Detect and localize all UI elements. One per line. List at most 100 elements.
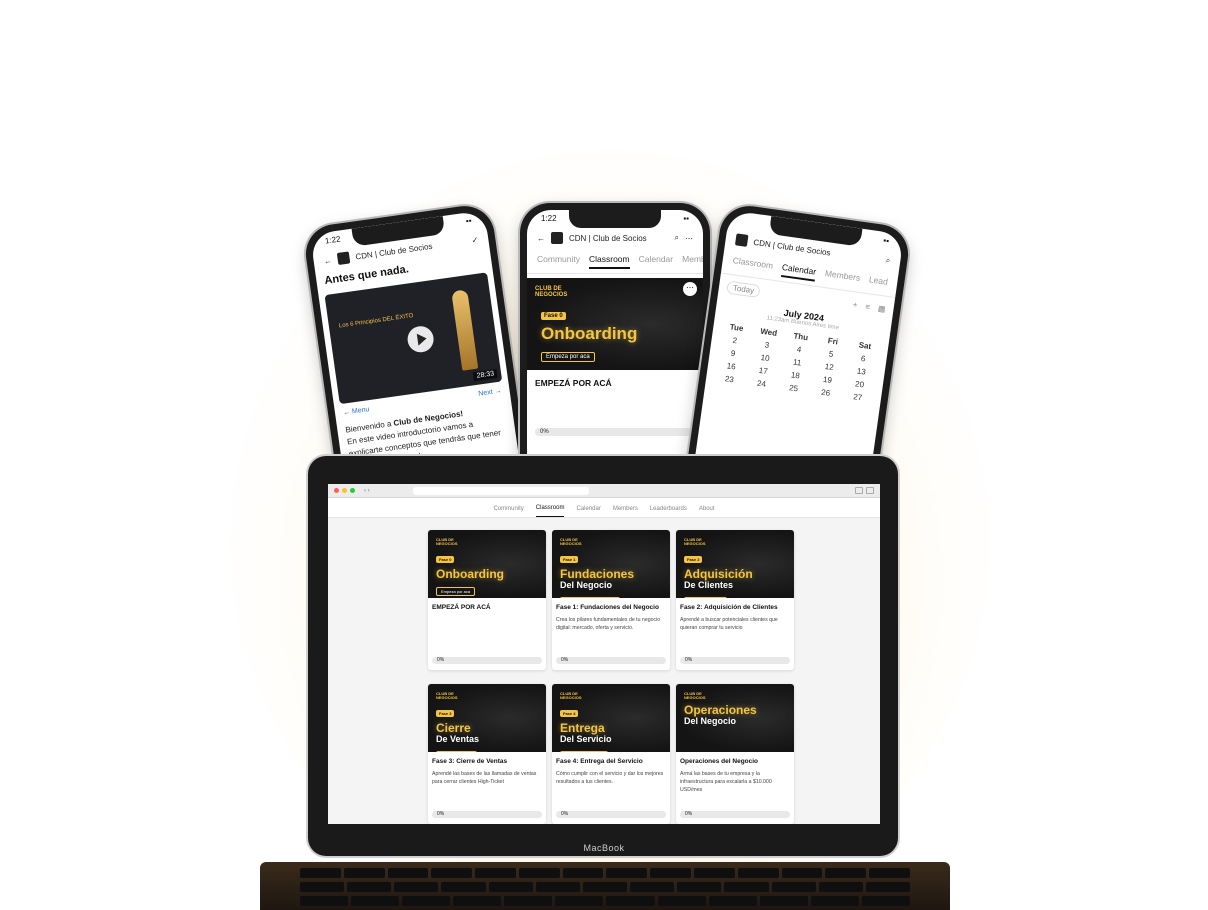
calendar-day[interactable]: 26 (810, 386, 841, 399)
close-window-icon[interactable] (334, 488, 339, 493)
group-logo-icon (336, 251, 351, 265)
tab-community[interactable]: Community (537, 254, 580, 269)
add-event-icon[interactable]: + (852, 300, 858, 310)
calendar-day[interactable]: 20 (844, 378, 875, 391)
tab-classroom[interactable]: Classroom (588, 254, 630, 269)
maximize-window-icon[interactable] (350, 488, 355, 493)
calendar-day[interactable]: 6 (848, 352, 879, 365)
course-card[interactable]: CLUB DE NEGOCIOS Operaciones Del Negocio Op… (676, 684, 794, 824)
group-logo-icon (551, 232, 563, 244)
calendar-day[interactable]: 19 (812, 373, 843, 386)
calendar-day[interactable]: 17 (748, 364, 779, 377)
calendar-day[interactable]: 5 (815, 348, 846, 361)
grid-view-icon[interactable]: ▦ (877, 304, 886, 314)
calendar-day[interactable]: 4 (783, 343, 814, 356)
back-arrow-icon[interactable]: ← (323, 255, 332, 265)
video-title: Los 6 Principios DEL ÉXITO (338, 313, 414, 330)
nav-calendar[interactable]: Calendar (576, 506, 600, 517)
course-title[interactable]: Operaciones del Negocio (680, 758, 790, 765)
course-description: Armá las bases de tu empresa y la infrae… (680, 771, 772, 793)
course-card-body: Fase 2: Adquisición de Clientes Aprendé a… (676, 598, 794, 639)
today-button[interactable]: Today (726, 280, 761, 299)
brand-logo: CLUB DE NEGOCIOS (535, 286, 568, 298)
calendar-day[interactable]: 16 (716, 360, 747, 373)
nav-leaderboards[interactable]: Leaderboards (650, 506, 687, 517)
course-fase-badge: Fase 4 (560, 710, 579, 717)
calendar-day[interactable]: 18 (780, 369, 811, 382)
calendar-day[interactable]: 27 (842, 391, 873, 404)
course-title[interactable]: Fase 3: Cierre de Ventas (432, 758, 542, 765)
tabs-icon[interactable] (866, 487, 874, 494)
tab-members[interactable]: Members (824, 268, 860, 288)
status-icons: ▪▪ (882, 235, 890, 246)
nav-community[interactable]: Community (493, 506, 523, 517)
trophy-figure (451, 289, 479, 371)
course-cover[interactable]: CLUB DE NEGOCIOS Fase 0 Onboarding Empeza p… (428, 530, 546, 598)
back-forward-icon[interactable]: ‹ › (364, 488, 370, 494)
calendar-day[interactable]: 3 (751, 339, 782, 352)
course-cover[interactable]: CLUB DE NEGOCIOS Fase 3 CierreDe Ventas ¡A … (428, 684, 546, 752)
search-icon[interactable]: ⌕ (675, 233, 679, 243)
course-progress: 0% (680, 811, 790, 818)
course-cover-pill: Empeza por aca (541, 352, 595, 362)
video-duration: 28:33 (473, 368, 498, 382)
keyboard-row (300, 868, 910, 878)
course-fase-badge: Fase 2 (684, 556, 703, 563)
course-cover-subtitle: Del Servicio (560, 734, 612, 744)
calendar-day[interactable]: 11 (782, 356, 813, 369)
course-title[interactable]: Fase 2: Adquisición de Clientes (680, 604, 790, 611)
app-title: CDN | Club de Socios (569, 233, 647, 243)
check-icon[interactable]: ✓ (471, 235, 479, 245)
nav-members[interactable]: Members (613, 506, 638, 517)
course-card[interactable]: CLUB DE NEGOCIOS Fase 1 Fundaciones Del Neg… (552, 530, 670, 670)
course-cover-subtitle: De Clientes (684, 580, 734, 590)
list-view-icon[interactable]: ≡ (865, 302, 871, 312)
course-description: Aprendé a buscar potenciales clientes qu… (680, 617, 778, 631)
calendar-day[interactable]: 9 (717, 347, 748, 360)
course-cover[interactable]: CLUB DE NEGOCIOS Fase 4 Entrega Del Servici… (552, 684, 670, 752)
course-cover[interactable]: CLUB DE NEGOCIOS Fase 0 Onboarding Empez… (527, 278, 703, 370)
tab-leaderboards[interactable]: Lead (868, 274, 888, 291)
calendar-day[interactable]: 12 (814, 360, 845, 373)
more-icon[interactable]: ⋯ (683, 282, 697, 296)
minimize-window-icon[interactable] (342, 488, 347, 493)
calendar-day[interactable]: 2 (719, 334, 750, 347)
course-title[interactable]: Fase 4: Entrega del Servicio (556, 758, 666, 765)
course-title[interactable]: Fase 1: Fundaciones del Negocio (556, 604, 666, 611)
play-icon[interactable] (405, 324, 436, 354)
course-cover-subtitle: Del Negocio (560, 580, 613, 590)
course-cover[interactable]: CLUB DE NEGOCIOS Fase 1 Fundaciones Del Neg… (552, 530, 670, 598)
calendar-day[interactable]: 10 (749, 351, 780, 364)
course-cover-text: Fase 1 FundacionesDel Negocio Los pilares … (560, 548, 634, 598)
course-title[interactable]: EMPEZÁ POR ACÁ (432, 604, 542, 611)
back-arrow-icon[interactable]: ← (537, 234, 545, 243)
address-bar[interactable] (412, 486, 589, 495)
search-icon[interactable]: ⌕ (885, 255, 891, 266)
calendar-day[interactable]: 23 (714, 373, 745, 386)
status-icons: ▪▪ (683, 214, 689, 223)
next-link-label: Next (477, 388, 494, 398)
nav-about[interactable]: About (699, 506, 715, 517)
tab-classroom[interactable]: Classroom (731, 255, 774, 276)
course-cover-text: Fase 0 Onboarding Empeza por aca (541, 304, 637, 363)
tab-bar: Community Classroom Calendar Members (527, 248, 703, 274)
course-progress: 0% (432, 657, 542, 664)
course-cover-title: Adquisición (684, 567, 753, 581)
course-card[interactable]: CLUB DE NEGOCIOS Fase 3 CierreDe Ventas ¡A … (428, 684, 546, 824)
calendar-day[interactable]: 24 (746, 377, 777, 390)
calendar-day[interactable]: 25 (778, 382, 809, 395)
video-player[interactable]: Los 6 Principios DEL ÉXITO 28:33 (324, 272, 503, 405)
nav-classroom[interactable]: Classroom (535, 505, 565, 517)
tab-calendar[interactable]: Calendar (639, 254, 674, 269)
course-cover[interactable]: CLUB DE NEGOCIOS Operaciones Del Negocio (676, 684, 794, 752)
course-card[interactable]: CLUB DE NEGOCIOS Fase 2 Adquisición De Clie… (676, 530, 794, 670)
course-card[interactable]: CLUB DE NEGOCIOS Fase 4 Entrega Del Servici… (552, 684, 670, 824)
tab-members[interactable]: Members (682, 254, 703, 269)
course-title[interactable]: EMPEZÁ POR ACÁ (527, 370, 703, 396)
share-icon[interactable] (855, 487, 863, 494)
course-card[interactable]: CLUB DE NEGOCIOS Fase 0 Onboarding Empeza p… (428, 530, 546, 670)
more-icon[interactable]: ⋯ (685, 234, 693, 243)
tab-calendar[interactable]: Calendar (780, 262, 817, 282)
calendar-day[interactable]: 13 (846, 365, 877, 378)
course-cover[interactable]: CLUB DE NEGOCIOS Fase 2 Adquisición De Clie… (676, 530, 794, 598)
